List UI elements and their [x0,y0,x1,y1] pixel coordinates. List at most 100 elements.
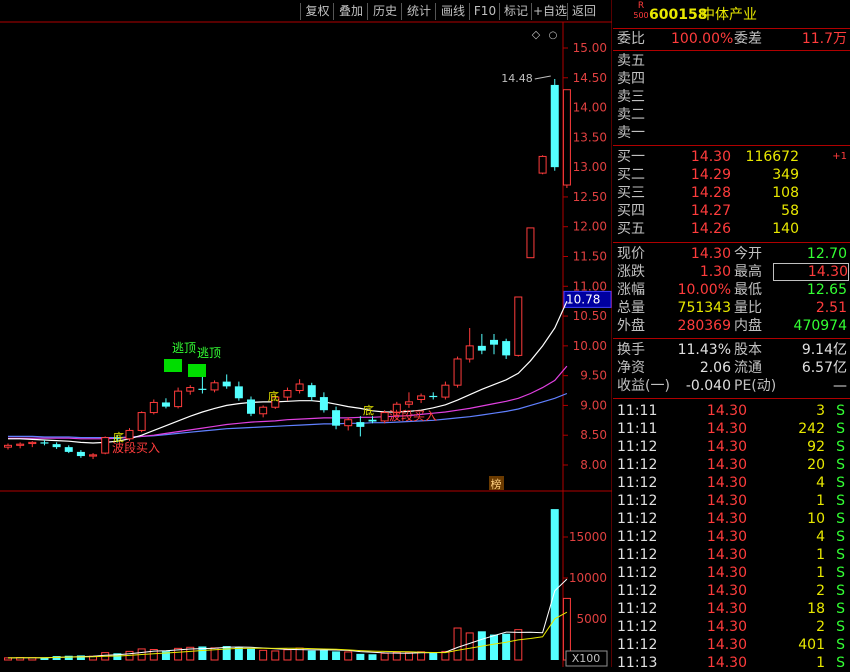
rank-badge-bottom: 500 [633,11,649,20]
kline-chart-area[interactable]: 15.00 14.50 14.00 13.50 13.00 12.50 12.00 11.50… [0,0,612,667]
candle-body [198,388,207,390]
candle-body [477,345,486,351]
volume-bar [52,656,61,660]
quote-label: 总量 [617,300,645,316]
quote-label: 量比 [734,300,762,316]
price-tick-label: 10.00 [573,339,607,353]
tick-price: 14.30 [706,439,747,455]
buy-label: 买三 [617,185,645,201]
candle-body [465,345,474,360]
escape-top-label-1: 逃顶 [172,341,196,355]
tick-row[interactable]: 11:12 14.30 2 S [613,618,850,636]
tick-row[interactable]: 11:11 14.30 242 S [613,420,850,438]
toolbar-button-3[interactable]: 统计 [401,3,436,20]
toolbar-button-6[interactable]: 标记 [499,3,532,20]
tick-row[interactable]: 11:12 14.30 4 S [613,474,850,492]
candle-body [259,406,268,415]
bottom-label-1: 底 [113,430,124,444]
toolbar-button-7[interactable]: +自选 [531,3,568,20]
toolbar-button-1[interactable]: 叠加 [333,3,368,20]
tick-time: 11:12 [617,493,658,509]
kline-chart-svg[interactable]: 15.00 14.50 14.00 13.50 13.00 12.50 12.00 11.50… [0,0,612,667]
tick-row[interactable]: 11:12 14.30 20 S [613,456,850,474]
price-tick-label: 12.00 [573,220,607,234]
tick-row[interactable]: 11:13 14.30 1 S [613,654,850,672]
tick-price: 14.30 [706,601,747,617]
tick-volume: 242 [798,421,825,437]
tick-row[interactable]: 11:12 14.30 401 S [613,636,850,654]
candle-body [40,442,49,444]
buy-change: +1 [832,151,847,162]
candle-body [453,358,462,386]
quote-row-0: 现价 14.30 今开 12.70 [613,245,850,263]
tick-time: 11:11 [617,403,658,419]
divider [613,338,850,339]
buy-row-4[interactable]: 买四 14.27 58 [613,202,850,220]
ma-magenta-line [8,365,568,440]
tick-row[interactable]: 11:12 14.30 1 S [613,492,850,510]
tick-price: 14.30 [706,421,747,437]
tick-row[interactable]: 11:11 14.30 3 S [613,402,850,420]
price-tick-label: 9.50 [580,369,607,383]
toolbar-button-8[interactable]: 返回 [567,3,600,20]
volume-bar [502,633,511,660]
volume-bar [404,652,413,661]
fundamental-label: PE(动) [734,378,777,394]
weibi-row: 委比 100.00% 委差 11.7万 [613,30,850,48]
quote-label: 最低 [734,282,762,298]
tick-row[interactable]: 11:12 14.30 1 S [613,546,850,564]
stock-code: 600158 [649,7,708,23]
toolbar-button-4[interactable]: 画线 [435,3,470,20]
toolbar-button-5[interactable]: F10 [469,3,500,20]
list-marker-label: 榜 [491,477,502,491]
buy-row-1[interactable]: 买一 14.30 116672 +1 [613,148,850,166]
tick-row[interactable]: 11:12 14.30 18 S [613,600,850,618]
candle-body [247,399,255,414]
price-tick-label: 8.50 [580,428,607,442]
candle-body [64,447,73,452]
rank-badge: R 500 [631,2,651,21]
tick-row[interactable]: 11:12 14.30 2 S [613,582,850,600]
escape-top-marker-1 [164,359,182,372]
quote-panel: R 500 600158 中体产业 委比 100.00% 委差 11.7万 卖五 卖四 卖三… [613,0,850,671]
tick-side: S [836,601,845,617]
candle-body [490,339,498,345]
candle-body [234,386,243,399]
weibi-label: 委比 [617,31,645,47]
fundamental-row-2: 收益(一) -0.040 PE(动) — [613,377,850,395]
buy-row-3[interactable]: 买三 14.28 108 [613,184,850,202]
candle-body [380,412,389,422]
quote-value: 10.00% [677,282,731,298]
quote-label: 外盘 [617,318,645,334]
tick-row[interactable]: 11:12 14.30 92 S [613,438,850,456]
quote-value: 1.30 [699,264,731,280]
volume-bar [234,647,243,660]
volume-bar [490,634,498,660]
tick-row[interactable]: 11:12 14.30 4 S [613,528,850,546]
weibi-value: 100.00% [671,31,734,47]
tick-time: 11:12 [617,565,658,581]
candle-body [174,390,183,408]
tick-price: 14.30 [706,511,747,527]
candle-body [125,429,134,440]
divider [613,28,850,29]
vol-tick-label: 15000 [569,530,607,544]
buy-row-5[interactable]: 买五 14.26 140 [613,220,850,238]
toolbar-button-0[interactable]: 复权 [300,3,334,20]
tick-time: 11:12 [617,601,658,617]
volume-bar [368,654,377,660]
tick-price: 14.30 [706,637,747,653]
tick-row[interactable]: 11:12 14.30 10 S [613,510,850,528]
fundamental-label: 换手 [617,342,645,358]
price-tick-label: 11.50 [573,250,607,264]
fundamental-label: 净资 [617,360,645,376]
buy-row-2[interactable]: 买二 14.29 349 [613,166,850,184]
tick-volume: 2 [816,583,825,599]
volume-bar [307,650,316,660]
high-price-label: 14.48 [501,72,533,85]
tick-row[interactable]: 11:12 14.30 1 S [613,564,850,582]
toolbar-button-2[interactable]: 历史 [367,3,402,20]
buy-price: 14.26 [690,221,731,237]
buy-label: 买一 [617,149,645,165]
candle-body [222,381,231,387]
